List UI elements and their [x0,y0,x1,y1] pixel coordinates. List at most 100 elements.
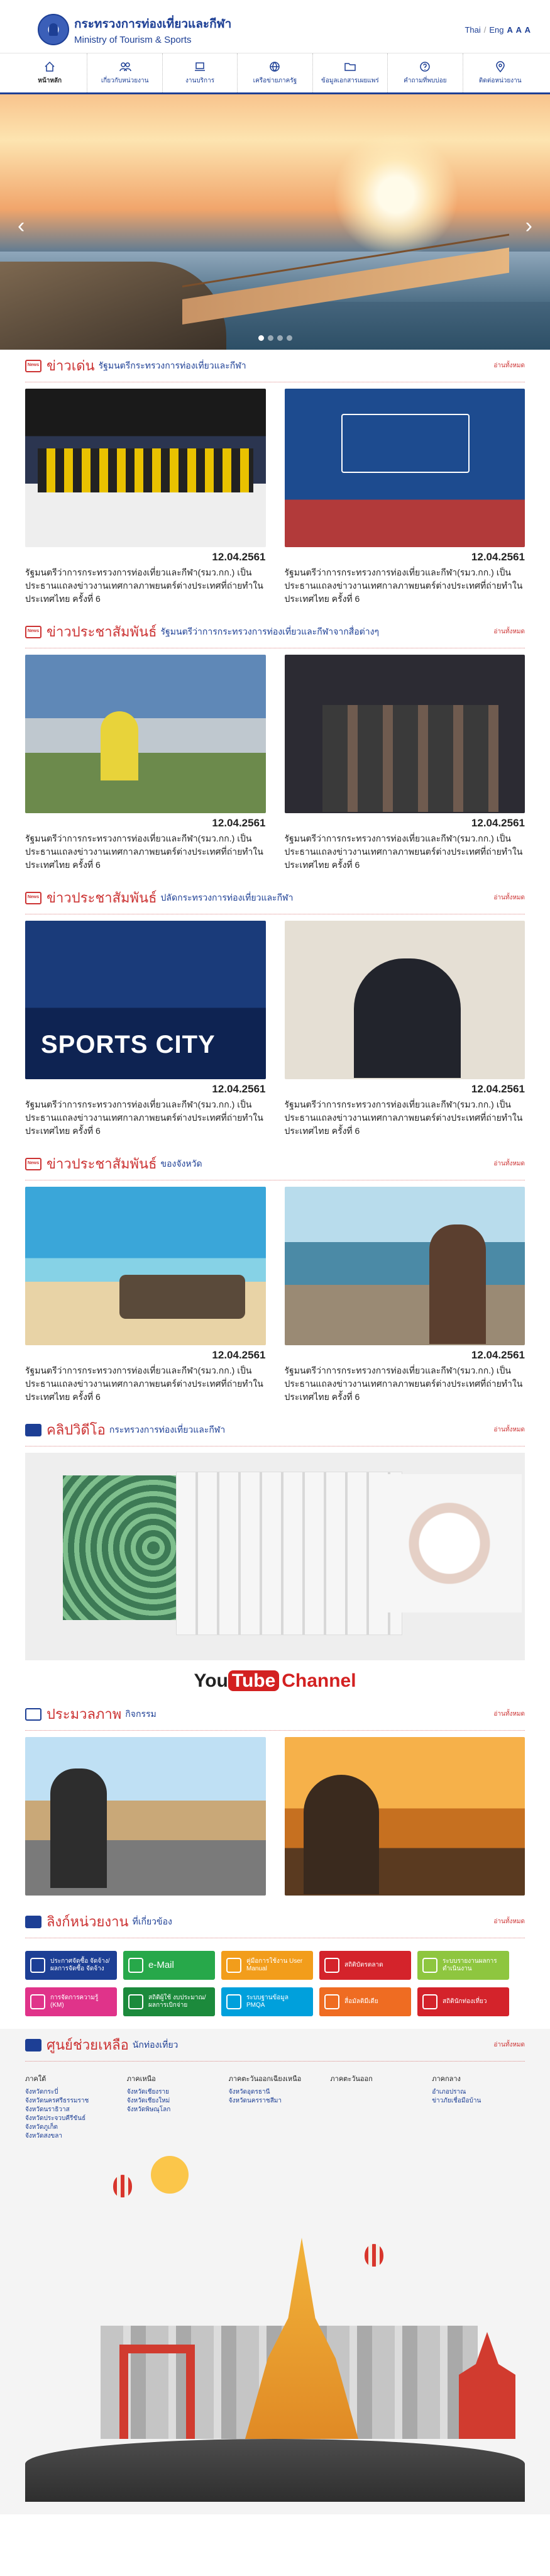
help-province-link[interactable]: ข่าวภัยเชื่อมือบ้าน [432,2097,525,2106]
main-nav: หน้าหลัก เกี่ยวกับหน่วยงาน งานบริการ เคร… [0,53,550,94]
help-province-link[interactable]: จังหวัดกระบี่ [25,2088,118,2097]
nav-item-home[interactable]: หน้าหลัก [13,53,88,92]
news-caption[interactable]: รัฐมนตรีว่าการกระทรวงการท่องเที่ยวและกีฬ… [25,1364,266,1404]
related-link-tile[interactable]: ระบบรายงานผลการดำเนินงาน [417,1951,509,1980]
read-all-link[interactable]: อ่านทั้งหมด [493,1159,525,1169]
news-card[interactable]: 12.04.2561 รัฐมนตรีว่าการกระทรวงการท่องเ… [284,655,525,872]
news-caption[interactable]: รัฐมนตรีว่าการกระทรวงการท่องเที่ยวและกีฬ… [285,832,525,872]
read-all-link[interactable]: อ่านทั้งหมด [493,627,525,636]
read-all-link[interactable]: อ่านทั้งหมด [493,1709,525,1719]
help-province-link[interactable]: จังหวัดเชียงราย [127,2088,220,2097]
camera-icon [25,1707,41,1721]
news-caption[interactable]: รัฐมนตรีว่าการกระทรวงการท่องเที่ยวและกีฬ… [25,832,266,872]
nav-item-network[interactable]: เครือข่ายภาครัฐ [238,53,313,92]
news-caption[interactable]: รัฐมนตรีว่าการกระทรวงการท่องเที่ยวและกีฬ… [285,1364,525,1404]
nav-item-documents[interactable]: ข้อมูลเอกสารเผยแพร่ [313,53,388,92]
help-region-heading: ภาคตะวันออก [330,2075,373,2083]
news-card[interactable]: 12.04.2561 รัฐมนตรีว่าการกระทรวงการท่องเ… [284,1187,525,1404]
help-province-link[interactable]: จังหวัดประจวบคีรีขันธ์ [25,2114,118,2123]
section-header: ลิงก์หน่วยงาน ที่เกี่ยวข้อง อ่านทั้งหมด [25,1906,525,1938]
news-date: 12.04.2561 [212,817,266,829]
section-header: News ข่าวเด่น รัฐมนตรีกระทรวงการท่องเที่… [25,350,525,382]
help-province-link[interactable]: จังหวัดภูเก็ต [25,2123,118,2132]
section-title: ข่าวเด่น [47,358,95,374]
slider-dot[interactable] [277,335,283,341]
nav-item-services[interactable]: งานบริการ [163,53,238,92]
hero-slider: ‹ › [0,94,550,350]
related-link-tile[interactable]: ประกาศจัดซื้อ จัดจ้าง/ผลการจัดซื้อ จัดจ้… [25,1951,117,1980]
read-all-link[interactable]: อ่านทั้งหมด [493,2040,525,2050]
link-tile-icon [128,1994,143,2009]
read-all-link[interactable]: อ่านทั้งหมด [493,893,525,902]
news-caption[interactable]: รัฐมนตรีว่าการกระทรวงการท่องเที่ยวและกีฬ… [285,1098,525,1138]
related-link-tile[interactable]: การจัดการความรู้ (KM) [25,1987,117,2016]
help-province-link[interactable]: จังหวัดพิษณุโลก [127,2106,220,2114]
news-image[interactable] [25,655,266,813]
help-province-link[interactable]: จังหวัดเชียงใหม่ [127,2097,220,2106]
help-province-link[interactable]: จังหวัดนครราชสีมา [229,2097,322,2106]
news-caption[interactable]: รัฐมนตรีว่าการกระทรวงการท่องเที่ยวและกีฬ… [285,566,525,606]
link-tile-icon [226,1958,241,1973]
related-link-tile[interactable]: สื่อมัลติมีเดีย [319,1987,411,2016]
news-image[interactable] [284,921,525,1079]
help-region-column: ภาคตะวันออก [330,2073,423,2141]
related-link-tile[interactable]: สถิตินักท่องเที่ยว [417,1987,509,2016]
news-image[interactable] [284,1187,525,1345]
slider-dot[interactable] [267,335,273,341]
lang-english-link[interactable]: Eng [489,25,503,35]
news-image[interactable] [25,1187,266,1345]
news-image[interactable] [284,655,525,813]
site-title-en: Ministry of Tourism & Sports [74,34,192,45]
news-card[interactable]: 12.04.2561 รัฐมนตรีว่าการกระทรวงการท่องเ… [25,655,266,872]
news-image[interactable] [25,389,266,547]
help-province-link[interactable]: อำเภอปราณ [432,2088,525,2097]
section-subtitle: รัฐมนตรีกระทรวงการท่องเที่ยวและกีฬา [98,360,246,370]
read-all-link[interactable]: อ่านทั้งหมด [493,1917,525,1926]
news-image[interactable] [284,389,525,547]
help-region-heading: ภาคเหนือ [126,2075,156,2083]
gallery-card[interactable] [25,1737,266,1896]
section-links: ลิงก์หน่วยงาน ที่เกี่ยวข้อง อ่านทั้งหมด … [0,1906,550,2029]
help-province-link[interactable]: จังหวัดนครศรีธรรมราช [25,2097,118,2106]
video-player[interactable] [25,1453,525,1660]
lang-thai-link[interactable]: Thai [465,25,480,35]
news-image[interactable] [25,921,266,1079]
gallery-card[interactable] [284,1737,525,1896]
help-province-link[interactable]: จังหวัดนราธิวาส [25,2106,118,2114]
font-size-buttons[interactable]: A A A [507,25,531,35]
nav-item-contact[interactable]: ติดต่อหน่วยงาน [463,53,537,92]
link-tile-icon [422,1958,437,1973]
help-province-link[interactable]: จังหวัดอุดรธานี [229,2088,322,2097]
site-logo[interactable]: กระทรวงการท่องเที่ยวและกีฬา Ministry of … [38,14,231,45]
related-link-tile[interactable]: ระบบฐานข้อมูล PMQA [221,1987,313,2016]
related-link-tile[interactable]: สถิติบัตรตลาด [319,1951,411,1980]
link-tile-label: ประกาศจัดซื้อ จัดจ้าง/ผลการจัดซื้อ จัดจ้… [50,1958,110,1972]
lang-separator: / [483,25,487,35]
nav-item-about[interactable]: เกี่ยวกับหน่วยงาน [87,53,163,92]
news-card[interactable]: 12.04.2561 รัฐมนตรีว่าการกระทรวงการท่องเ… [25,921,266,1138]
slider-dot[interactable] [286,335,292,341]
link-tile-label: สถิติบัตรตลาด [344,1962,383,1968]
read-all-link[interactable]: อ่านทั้งหมด [493,1425,525,1435]
nav-item-faq[interactable]: คำถามที่พบบ่อย [388,53,463,92]
gallery-image[interactable] [25,1737,266,1896]
news-date: 12.04.2561 [471,1083,525,1095]
news-caption[interactable]: รัฐมนตรีว่าการกระทรวงการท่องเที่ยวและกีฬ… [25,566,266,606]
news-icon: News [25,1157,41,1170]
news-card[interactable]: 12.04.2561 รัฐมนตรีว่าการกระทรวงการท่องเ… [284,389,525,606]
news-card[interactable]: 12.04.2561 รัฐมนตรีว่าการกระทรวงการท่องเ… [25,1187,266,1404]
slider-dot[interactable] [258,335,264,341]
news-card[interactable]: 12.04.2561 รัฐมนตรีว่าการกระทรวงการท่องเ… [284,921,525,1138]
slider-prev-arrow-icon[interactable]: ‹ [18,214,25,238]
youtube-channel-link[interactable]: You Tube Channel [25,1660,525,1698]
slider-next-arrow-icon[interactable]: › [525,214,532,238]
related-link-tile[interactable]: สถิติผู้ใช้ งบประมาณ/ผลการเบิกจ่าย [123,1987,215,2016]
gallery-image[interactable] [284,1737,525,1896]
related-link-tile[interactable]: คู่มือการใช้งาน User Manual [221,1951,313,1980]
read-all-link[interactable]: อ่านทั้งหมด [493,361,525,370]
section-header: News ข่าวประชาสัมพันธ์ ปลัดกระทรวงการท่อ… [25,882,525,914]
related-link-tile[interactable]: e-Mail [123,1951,215,1980]
news-caption[interactable]: รัฐมนตรีว่าการกระทรวงการท่องเที่ยวและกีฬ… [25,1098,266,1138]
news-card[interactable]: 12.04.2561 รัฐมนตรีว่าการกระทรวงการท่องเ… [25,389,266,606]
help-province-link[interactable]: จังหวัดสงขลา [25,2132,118,2141]
